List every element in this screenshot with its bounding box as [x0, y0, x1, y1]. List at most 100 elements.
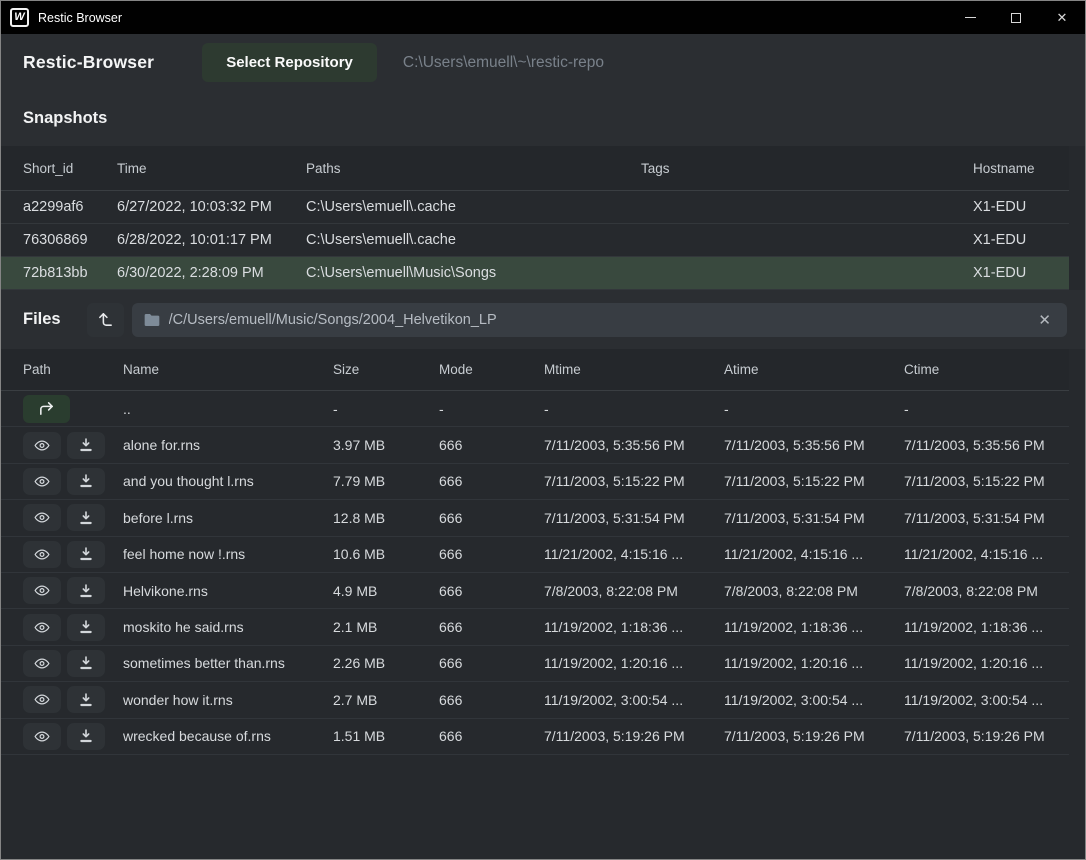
download-file-button[interactable] — [67, 614, 105, 641]
snapshot-paths: C:\Users\emuell\.cache — [306, 232, 641, 248]
parent-atime: - — [724, 401, 904, 417]
go-to-parent-button[interactable] — [23, 395, 70, 423]
file-name: wonder how it.rns — [123, 692, 333, 708]
file-ctime: 11/19/2002, 1:18:36 ... — [904, 619, 1069, 635]
view-file-button[interactable] — [23, 468, 61, 495]
corner-up-right-icon — [38, 400, 55, 417]
file-size: 7.79 MB — [333, 473, 439, 489]
parent-ctime: - — [904, 401, 1069, 417]
download-file-button[interactable] — [67, 577, 105, 604]
parent-mtime: - — [544, 401, 724, 417]
file-name: and you thought l.rns — [123, 473, 333, 489]
select-repository-button[interactable]: Select Repository — [202, 43, 377, 82]
col-mtime: Mtime — [544, 362, 724, 377]
download-file-button[interactable] — [67, 541, 105, 568]
view-file-button[interactable] — [23, 723, 61, 750]
file-row[interactable]: Helvikone.rns 4.9 MB 666 7/8/2003, 8:22:… — [1, 573, 1069, 609]
col-time: Time — [117, 161, 306, 176]
eye-icon — [33, 438, 51, 453]
snapshot-time: 6/30/2022, 2:28:09 PM — [117, 265, 306, 281]
file-ctime: 7/8/2003, 8:22:08 PM — [904, 583, 1069, 599]
view-file-button[interactable] — [23, 577, 61, 604]
snapshots-table: Short_id Time Paths Tags Hostname a2299a… — [1, 146, 1069, 290]
file-row[interactable]: before l.rns 12.8 MB 666 7/11/2003, 5:31… — [1, 500, 1069, 536]
download-icon — [78, 583, 94, 599]
col-tags: Tags — [641, 161, 973, 176]
current-path-input[interactable] — [169, 312, 1033, 328]
file-mtime: 11/19/2002, 1:18:36 ... — [544, 619, 724, 635]
file-ctime: 11/19/2002, 1:20:16 ... — [904, 655, 1069, 671]
files-rows: alone for.rns 3.97 MB 666 7/11/2003, 5:3… — [1, 427, 1069, 755]
file-ctime: 7/11/2003, 5:15:22 PM — [904, 473, 1069, 489]
snapshot-hostname: X1-EDU — [973, 265, 1069, 281]
file-mode: 666 — [439, 583, 544, 599]
download-file-button[interactable] — [67, 686, 105, 713]
empty-area — [1, 755, 1085, 859]
file-mtime: 7/11/2003, 5:19:26 PM — [544, 728, 724, 744]
file-row[interactable]: wrecked because of.rns 1.51 MB 666 7/11/… — [1, 719, 1069, 755]
snapshot-hostname: X1-EDU — [973, 199, 1069, 215]
snapshot-row[interactable]: 76306869 6/28/2022, 10:01:17 PM C:\Users… — [1, 224, 1069, 257]
file-row[interactable]: alone for.rns 3.97 MB 666 7/11/2003, 5:3… — [1, 427, 1069, 463]
download-file-button[interactable] — [67, 650, 105, 677]
download-icon — [78, 692, 94, 708]
download-icon — [78, 728, 94, 744]
file-row[interactable]: wonder how it.rns 2.7 MB 666 11/19/2002,… — [1, 682, 1069, 718]
view-file-button[interactable] — [23, 432, 61, 459]
maximize-button[interactable] — [993, 1, 1039, 34]
view-file-button[interactable] — [23, 614, 61, 641]
file-size: 4.9 MB — [333, 583, 439, 599]
current-path-bar[interactable]: ✕ — [132, 303, 1067, 337]
file-size: 2.7 MB — [333, 692, 439, 708]
col-hostname: Hostname — [973, 161, 1069, 176]
snapshot-time: 6/28/2022, 10:01:17 PM — [117, 232, 306, 248]
file-mtime: 11/19/2002, 1:20:16 ... — [544, 655, 724, 671]
download-file-button[interactable] — [67, 468, 105, 495]
view-file-button[interactable] — [23, 650, 61, 677]
col-ctime: Ctime — [904, 362, 1069, 377]
file-row[interactable]: moskito he said.rns 2.1 MB 666 11/19/200… — [1, 609, 1069, 645]
file-mode: 666 — [439, 619, 544, 635]
close-button[interactable]: ✕ — [1039, 1, 1085, 34]
clear-path-button[interactable]: ✕ — [1032, 309, 1057, 331]
file-row[interactable]: feel home now !.rns 10.6 MB 666 11/21/20… — [1, 537, 1069, 573]
download-file-button[interactable] — [67, 723, 105, 750]
eye-icon — [33, 583, 51, 598]
app-title: Restic-Browser — [23, 52, 154, 73]
download-icon — [78, 473, 94, 489]
titlebar: W Restic Browser ✕ — [1, 1, 1085, 34]
file-mtime: 7/8/2003, 8:22:08 PM — [544, 583, 724, 599]
files-table: Path Name Size Mode Mtime Atime Ctime ..… — [1, 349, 1069, 755]
repo-path: C:\Users\emuell\~\restic-repo — [403, 54, 604, 72]
file-row[interactable]: and you thought l.rns 7.79 MB 666 7/11/2… — [1, 464, 1069, 500]
eye-icon — [33, 729, 51, 744]
eye-icon — [33, 510, 51, 525]
snapshots-rows: a2299af6 6/27/2022, 10:03:32 PM C:\Users… — [1, 191, 1069, 290]
view-file-button[interactable] — [23, 541, 61, 568]
parent-dir-row[interactable]: .. - - - - - — [1, 391, 1069, 427]
file-mtime: 7/11/2003, 5:15:22 PM — [544, 473, 724, 489]
snapshot-row[interactable]: a2299af6 6/27/2022, 10:03:32 PM C:\Users… — [1, 191, 1069, 224]
file-row[interactable]: sometimes better than.rns 2.26 MB 666 11… — [1, 646, 1069, 682]
file-size: 3.97 MB — [333, 437, 439, 453]
eye-icon — [33, 474, 51, 489]
file-name: feel home now !.rns — [123, 546, 333, 562]
download-file-button[interactable] — [67, 504, 105, 531]
col-short-id: Short_id — [23, 161, 117, 176]
file-atime: 7/11/2003, 5:35:56 PM — [724, 437, 904, 453]
view-file-button[interactable] — [23, 504, 61, 531]
files-bar: Files ✕ — [1, 290, 1085, 349]
file-mode: 666 — [439, 692, 544, 708]
eye-icon — [33, 547, 51, 562]
level-up-button[interactable] — [87, 303, 124, 337]
file-atime: 7/8/2003, 8:22:08 PM — [724, 583, 904, 599]
file-ctime: 11/19/2002, 3:00:54 ... — [904, 692, 1069, 708]
view-file-button[interactable] — [23, 686, 61, 713]
snapshot-row[interactable]: 72b813bb 6/30/2022, 2:28:09 PM C:\Users\… — [1, 257, 1069, 290]
col-atime: Atime — [724, 362, 904, 377]
col-mode: Mode — [439, 362, 544, 377]
download-icon — [78, 619, 94, 635]
minimize-button[interactable] — [947, 1, 993, 34]
file-name: alone for.rns — [123, 437, 333, 453]
download-file-button[interactable] — [67, 432, 105, 459]
